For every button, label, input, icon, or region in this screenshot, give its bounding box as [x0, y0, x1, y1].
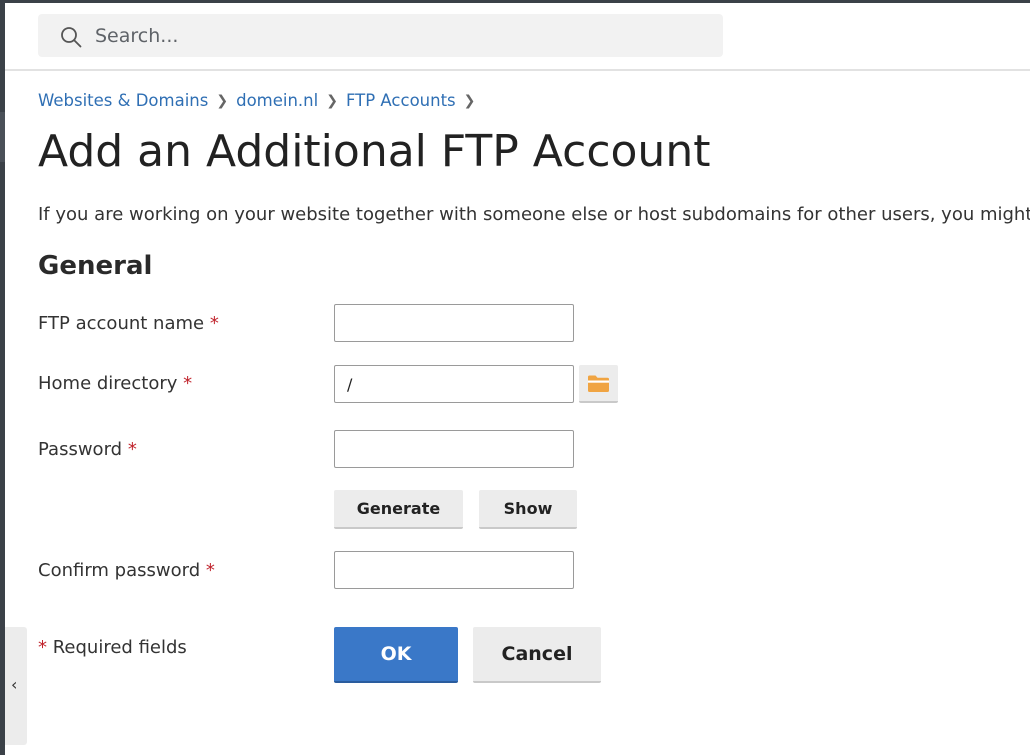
required-marker: *	[205, 560, 215, 581]
sidebar-collapse-toggle[interactable]: ‹	[5, 627, 27, 745]
section-title-general: General	[38, 251, 153, 281]
required-marker: *	[127, 439, 137, 460]
chevron-left-icon: ‹	[11, 675, 18, 694]
home-directory-input[interactable]	[334, 365, 574, 403]
password-input[interactable]	[334, 430, 574, 468]
cancel-button[interactable]: Cancel	[473, 627, 601, 683]
search-icon	[61, 27, 82, 48]
confirm-password-label: Confirm password *	[38, 560, 215, 581]
password-label: Password *	[38, 439, 137, 460]
generate-password-button[interactable]: Generate	[334, 490, 463, 529]
required-marker: *	[38, 637, 47, 658]
breadcrumb-websites-domains[interactable]: Websites & Domains	[38, 91, 208, 110]
page-title: Add an Additional FTP Account	[38, 126, 711, 177]
page-description: If you are working on your website toget…	[38, 204, 1030, 225]
search-box[interactable]: Search...	[38, 14, 723, 57]
home-directory-label: Home directory *	[38, 373, 193, 394]
chevron-right-icon: ❯	[326, 93, 338, 109]
breadcrumb: Websites & Domains ❯ domein.nl ❯ FTP Account…	[38, 90, 483, 112]
folder-icon	[588, 375, 609, 392]
breadcrumb-domain[interactable]: domein.nl	[236, 91, 318, 110]
browse-folder-button[interactable]	[579, 365, 618, 403]
search-input[interactable]: Search...	[95, 24, 178, 48]
breadcrumb-ftp-accounts[interactable]: FTP Accounts	[346, 91, 456, 110]
chevron-right-icon: ❯	[463, 93, 476, 109]
required-marker: *	[209, 313, 219, 334]
chevron-right-icon: ❯	[216, 93, 229, 109]
required-marker: *	[183, 373, 193, 394]
ok-button[interactable]: OK	[334, 627, 458, 683]
ftp-account-name-label: FTP account name *	[38, 313, 219, 334]
top-header: Search...	[5, 3, 1030, 71]
required-fields-note: * Required fields	[38, 637, 187, 658]
ftp-account-name-input[interactable]	[334, 304, 574, 342]
confirm-password-input[interactable]	[334, 551, 574, 589]
left-strip-accent	[0, 112, 5, 162]
show-password-button[interactable]: Show	[479, 490, 577, 529]
